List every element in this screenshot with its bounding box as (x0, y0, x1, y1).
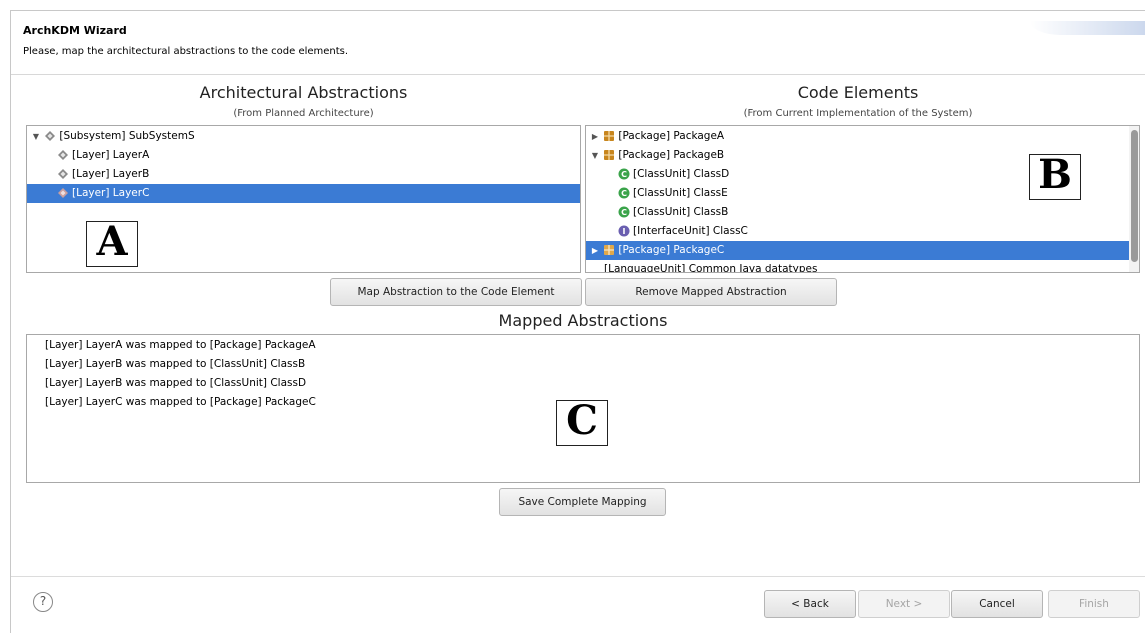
back-button[interactable]: < Back (764, 590, 856, 618)
class-icon: C (618, 187, 630, 198)
remove-mapped-abstraction-button[interactable]: Remove Mapped Abstraction (585, 278, 837, 306)
tree-item-package-a[interactable]: ▶ [Package] PackageA (586, 127, 1139, 146)
help-icon[interactable]: ? (33, 592, 53, 612)
wizard-banner: ArchKDM Wizard Please, map the architect… (11, 11, 1145, 75)
annotation-label-b: B (1029, 154, 1081, 200)
annotation-label-c: C (556, 400, 608, 446)
tree-item-label: [Package] PackageA (618, 130, 725, 142)
finish-button[interactable]: Finish (1048, 590, 1140, 618)
abstraction-diamond-icon (58, 149, 68, 160)
tree-item-label: [Layer] LayerA (72, 149, 150, 161)
save-complete-mapping-button[interactable]: Save Complete Mapping (499, 488, 666, 516)
list-item[interactable]: [Layer] LayerB was mapped to [ClassUnit]… (45, 355, 305, 374)
tree-item-class-b[interactable]: C [ClassUnit] ClassB (586, 203, 1139, 222)
footer-divider (11, 576, 1145, 577)
chevron-right-icon[interactable]: ▶ (590, 127, 600, 146)
left-panel-title: Architectural Abstractions (199, 83, 408, 102)
tree-item-label: [Package] PackageC (618, 244, 725, 256)
svg-text:I: I (623, 227, 626, 236)
right-panel-subtitle: (From Current Implementation of the Syst… (743, 108, 973, 119)
chevron-right-icon[interactable]: ▶ (590, 241, 600, 260)
annotation-label-a: A (86, 221, 138, 267)
mapped-abstractions-title: Mapped Abstractions (498, 311, 668, 330)
list-item[interactable]: [Layer] LayerB was mapped to [ClassUnit]… (45, 374, 306, 393)
interface-icon: I (618, 225, 630, 236)
banner-graphic (1030, 21, 1145, 35)
left-panel-subtitle: (From Planned Architecture) (233, 108, 374, 119)
wizard-title: ArchKDM Wizard (23, 24, 127, 37)
wizard-description: Please, map the architectural abstractio… (23, 46, 349, 57)
package-icon (604, 244, 615, 255)
map-abstraction-button[interactable]: Map Abstraction to the Code Element (330, 278, 582, 306)
tree-item-label: [LanguageUnit] Common Java datatypes (604, 263, 818, 273)
tree-item-language-unit[interactable]: [LanguageUnit] Common Java datatypes (586, 260, 1139, 273)
right-panel-title: Code Elements (797, 83, 919, 102)
svg-text:C: C (621, 208, 627, 217)
cancel-button[interactable]: Cancel (951, 590, 1043, 618)
package-icon (604, 149, 615, 160)
class-icon: C (618, 206, 630, 217)
tree-item-layer-a[interactable]: [Layer] LayerA (27, 146, 580, 165)
tree-item-layer-b[interactable]: [Layer] LayerB (27, 165, 580, 184)
vertical-scrollbar[interactable] (1129, 126, 1139, 272)
list-item[interactable]: [Layer] LayerA was mapped to [Package] P… (45, 336, 316, 355)
chevron-down-icon[interactable]: ▼ (590, 146, 600, 165)
tree-item-interface-c[interactable]: I [InterfaceUnit] ClassC (586, 222, 1139, 241)
tree-item-package-c[interactable]: ▶ [Package] PackageC (586, 241, 1139, 260)
tree-item-label: [Layer] LayerB (72, 168, 150, 180)
package-icon (604, 130, 615, 141)
abstraction-diamond-icon (45, 130, 56, 141)
tree-item-layer-c[interactable]: [Layer] LayerC (27, 184, 580, 203)
tree-item-label: [InterfaceUnit] ClassC (633, 225, 748, 237)
abstraction-diamond-icon (58, 187, 68, 198)
tree-item-label: [Subsystem] SubSystemS (59, 130, 195, 142)
chevron-down-icon[interactable]: ▼ (31, 127, 41, 146)
next-button[interactable]: Next > (858, 590, 950, 618)
svg-text:C: C (621, 170, 627, 179)
scrollbar-thumb[interactable] (1131, 130, 1138, 262)
abstraction-diamond-icon (58, 168, 68, 179)
tree-item-label: [Layer] LayerC (72, 187, 150, 199)
wizard-window: ArchKDM Wizard Please, map the architect… (10, 10, 1145, 633)
tree-item-label: [ClassUnit] ClassD (633, 168, 730, 180)
list-item[interactable]: [Layer] LayerC was mapped to [Package] P… (45, 393, 316, 412)
tree-item-subsystem[interactable]: ▼ [Subsystem] SubSystemS (27, 127, 580, 146)
tree-item-label: [ClassUnit] ClassB (633, 206, 729, 218)
tree-item-label: [ClassUnit] ClassE (633, 187, 728, 199)
class-icon: C (618, 168, 630, 179)
svg-text:C: C (621, 189, 627, 198)
tree-item-label: [Package] PackageB (618, 149, 725, 161)
